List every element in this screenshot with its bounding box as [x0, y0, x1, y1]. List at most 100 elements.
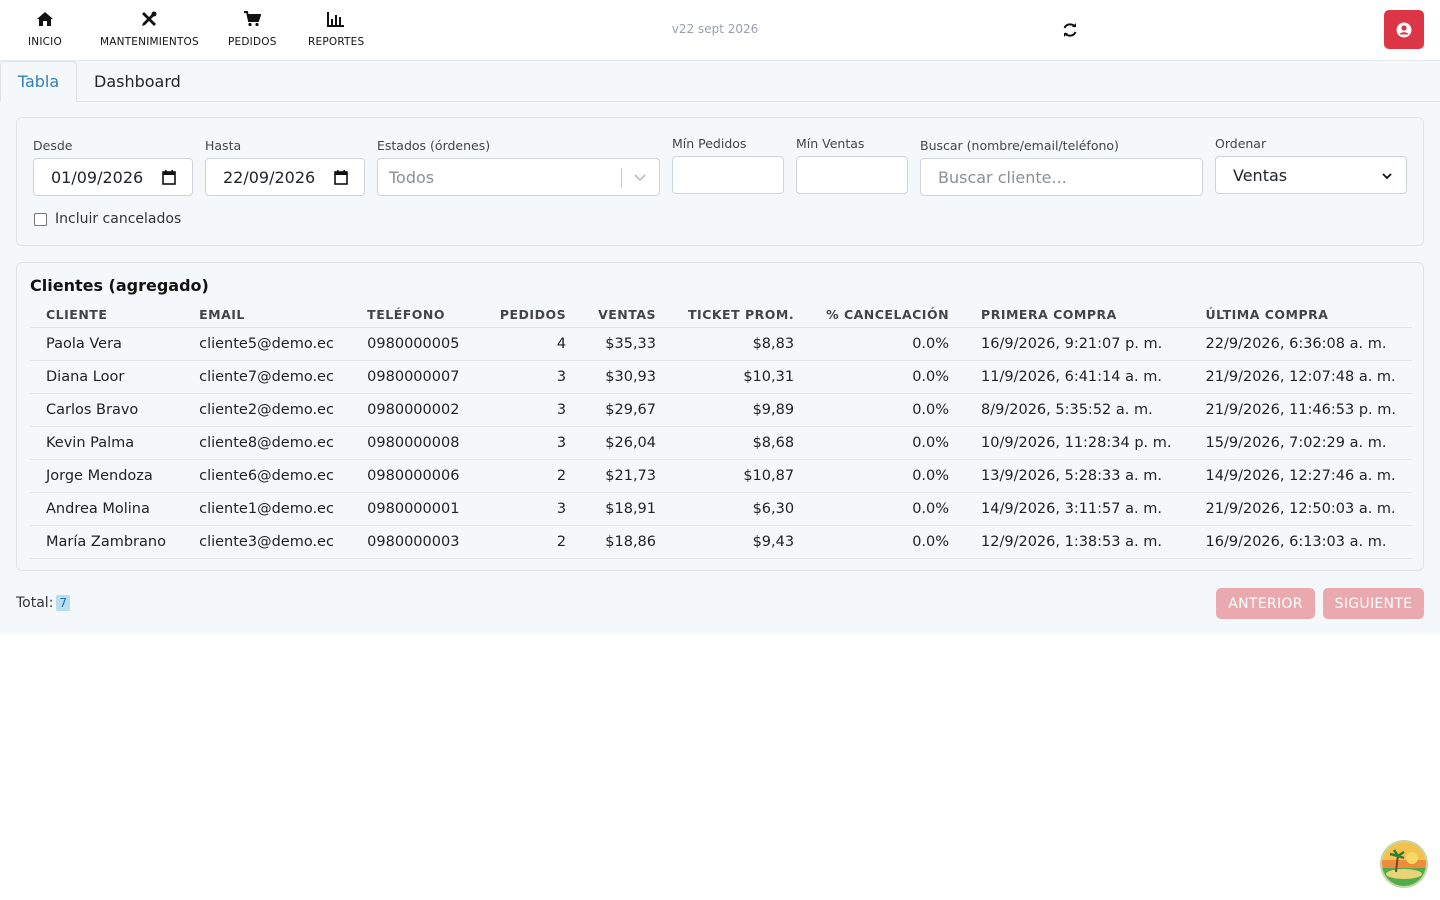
cell-cliente: Andrea Molina: [30, 492, 184, 526]
table-title: Clientes (agregado): [30, 276, 209, 295]
col-cancelacion[interactable]: % CANCELACIÓN: [810, 303, 966, 328]
assistant-avatar[interactable]: [1380, 840, 1428, 888]
nav-label: REPORTES: [308, 36, 365, 48]
cell-ticket: $8,83: [672, 327, 811, 361]
cell-telefono: 0980000005: [351, 327, 476, 361]
cell-cancelacion: 0.0%: [810, 393, 966, 427]
cell-ventas: $26,04: [582, 426, 673, 460]
col-email[interactable]: EMAIL: [183, 303, 352, 328]
user-menu-button[interactable]: [1384, 10, 1424, 49]
user-circle-icon: [1396, 22, 1412, 37]
min-pedidos-input[interactable]: [672, 156, 784, 194]
table-header-row: CLIENTE EMAIL TELÉFONO PEDIDOS VENTAS TI…: [30, 303, 1412, 328]
chevron-down-icon: [1382, 173, 1392, 180]
col-primera-compra[interactable]: PRIMERA COMPRA: [965, 303, 1190, 328]
app-version: v22 sept 2026: [671, 22, 759, 36]
total-label: Total:: [16, 595, 54, 611]
cell-pedidos: 2: [475, 525, 583, 559]
col-telefono[interactable]: TELÉFONO: [351, 303, 476, 328]
table-row[interactable]: Jorge Mendoza cliente6@demo.ec 098000000…: [30, 459, 1412, 493]
cell-ultima-compra: 16/9/2026, 6:13:03 a. m.: [1189, 525, 1412, 559]
cell-cliente: Jorge Mendoza: [30, 459, 184, 493]
calendar-icon[interactable]: [162, 170, 176, 185]
cell-email: cliente8@demo.ec: [183, 426, 352, 460]
cell-primera-compra: 11/9/2026, 6:41:14 a. m.: [965, 360, 1190, 394]
cell-pedidos: 3: [475, 492, 583, 526]
cell-pedidos: 4: [475, 327, 583, 361]
refresh-button[interactable]: [1060, 20, 1080, 40]
table-row[interactable]: Carlos Bravo cliente2@demo.ec 0980000002…: [30, 393, 1412, 427]
cell-ventas: $18,86: [582, 525, 673, 559]
cell-ventas: $21,73: [582, 459, 673, 493]
cell-primera-compra: 16/9/2026, 9:21:07 p. m.: [965, 327, 1190, 361]
clients-table: CLIENTE EMAIL TELÉFONO PEDIDOS VENTAS TI…: [30, 303, 1412, 559]
cell-cancelacion: 0.0%: [810, 327, 966, 361]
col-ventas[interactable]: VENTAS: [582, 303, 673, 328]
nav-label: MANTENIMIENTOS: [100, 36, 199, 48]
cell-ultima-compra: 21/9/2026, 12:07:48 a. m.: [1189, 360, 1412, 394]
incluir-cancelados-row: Incluir cancelados: [34, 211, 181, 227]
cell-cancelacion: 0.0%: [810, 459, 966, 493]
estados-select[interactable]: Todos: [377, 158, 660, 196]
table-body: Paola Vera cliente5@demo.ec 0980000005 4…: [30, 327, 1412, 559]
cell-ultima-compra: 14/9/2026, 12:27:46 a. m.: [1189, 459, 1412, 493]
cell-cliente: Kevin Palma: [30, 426, 184, 460]
cell-ticket: $10,87: [672, 459, 811, 493]
tab-tabla[interactable]: Tabla: [0, 61, 77, 102]
cell-cliente: Paola Vera: [30, 327, 184, 361]
calendar-icon[interactable]: [334, 170, 348, 185]
search-input[interactable]: Buscar cliente...: [920, 158, 1203, 196]
desde-date-input[interactable]: 01/09/2026: [33, 158, 193, 196]
col-cliente[interactable]: CLIENTE: [30, 303, 184, 328]
tab-dashboard[interactable]: Dashboard: [78, 61, 197, 102]
table-row[interactable]: Diana Loor cliente7@demo.ec 0980000007 3…: [30, 360, 1412, 394]
buscar-label: Buscar (nombre/email/teléfono): [920, 138, 1119, 153]
min-ventas-input[interactable]: [796, 156, 908, 194]
cell-email: cliente1@demo.ec: [183, 492, 352, 526]
incluir-cancelados-checkbox[interactable]: [34, 212, 47, 226]
cell-ticket: $10,31: [672, 360, 811, 394]
cell-ultima-compra: 21/9/2026, 11:46:53 p. m.: [1189, 393, 1412, 427]
cell-email: cliente7@demo.ec: [183, 360, 352, 394]
cell-email: cliente3@demo.ec: [183, 525, 352, 559]
min-pedidos-label: Mín Pedidos: [672, 136, 747, 151]
cell-primera-compra: 13/9/2026, 5:28:33 a. m.: [965, 459, 1190, 493]
ordenar-select[interactable]: Ventas: [1215, 156, 1407, 194]
hasta-date-input[interactable]: 22/09/2026: [205, 158, 365, 196]
cell-cancelacion: 0.0%: [810, 525, 966, 559]
cell-cancelacion: 0.0%: [810, 492, 966, 526]
table-row[interactable]: Paola Vera cliente5@demo.ec 0980000005 4…: [30, 327, 1412, 361]
desde-label: Desde: [33, 138, 73, 153]
nav-label: PEDIDOS: [228, 36, 277, 48]
cell-email: cliente5@demo.ec: [183, 327, 352, 361]
previous-page-button[interactable]: ANTERIOR: [1216, 588, 1315, 619]
cell-telefono: 0980000002: [351, 393, 476, 427]
cell-ticket: $6,30: [672, 492, 811, 526]
table-row[interactable]: Kevin Palma cliente8@demo.ec 0980000008 …: [30, 426, 1412, 460]
table-row[interactable]: Andrea Molina cliente1@demo.ec 098000000…: [30, 492, 1412, 526]
beach-island-icon: [1382, 842, 1426, 886]
cell-cliente: Diana Loor: [30, 360, 184, 394]
col-pedidos[interactable]: PEDIDOS: [475, 303, 583, 328]
cell-cliente: Carlos Bravo: [30, 393, 184, 427]
min-ventas-label: Mín Ventas: [796, 136, 865, 151]
cell-ticket: $9,89: [672, 393, 811, 427]
total-badge: 7: [56, 595, 71, 611]
chevron-down-icon: [634, 174, 646, 182]
cell-email: cliente6@demo.ec: [183, 459, 352, 493]
cell-email: cliente2@demo.ec: [183, 393, 352, 427]
cell-ventas: $18,91: [582, 492, 673, 526]
next-page-button[interactable]: SIGUIENTE: [1323, 588, 1424, 619]
ordenar-value: Ventas: [1233, 165, 1288, 185]
estados-placeholder: Todos: [389, 167, 435, 187]
hasta-label: Hasta: [205, 138, 242, 153]
cell-ventas: $29,67: [582, 393, 673, 427]
incluir-cancelados-label[interactable]: Incluir cancelados: [55, 211, 181, 227]
cell-primera-compra: 14/9/2026, 3:11:57 a. m.: [965, 492, 1190, 526]
cell-ultima-compra: 22/9/2026, 6:36:08 a. m.: [1189, 327, 1412, 361]
estados-label: Estados (órdenes): [377, 138, 491, 153]
table-row[interactable]: María Zambrano cliente3@demo.ec 09800000…: [30, 525, 1412, 559]
total-count: Total: 7: [16, 595, 71, 611]
col-ultima-compra[interactable]: ÚLTIMA COMPRA: [1189, 303, 1412, 328]
col-ticket[interactable]: TICKET PROM.: [672, 303, 811, 328]
